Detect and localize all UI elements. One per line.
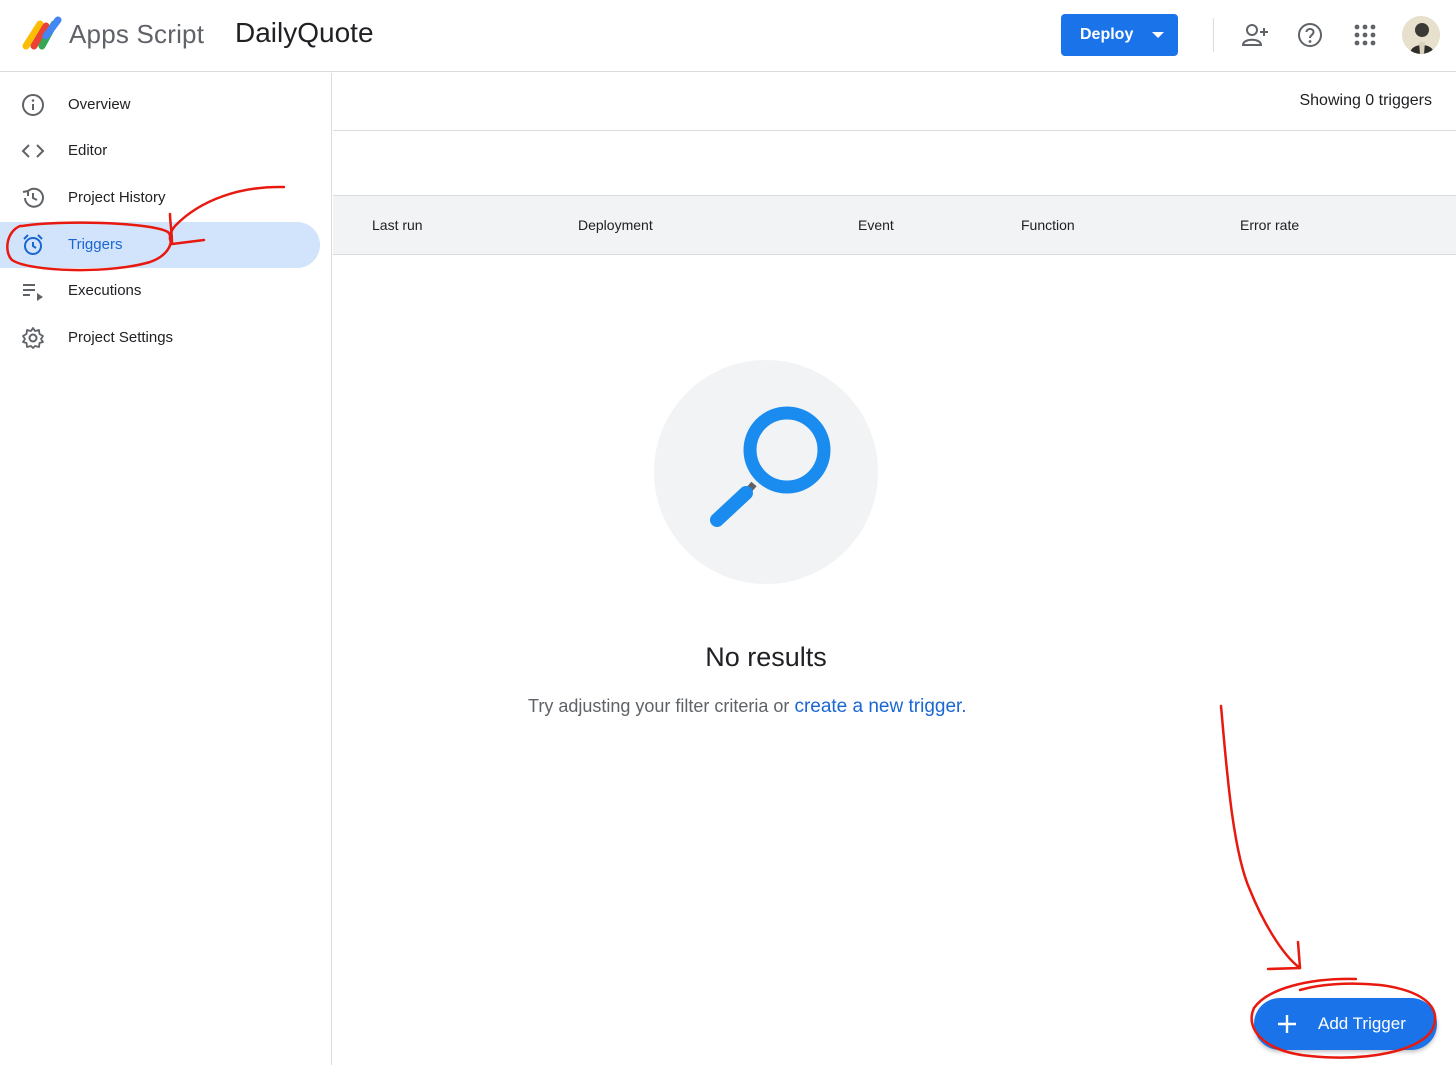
column-header-event[interactable]: Event <box>858 217 894 233</box>
apps-grid-icon[interactable] <box>1350 20 1380 50</box>
add-trigger-button[interactable]: Add Trigger <box>1254 998 1437 1050</box>
deploy-button-label: Deploy <box>1080 26 1134 43</box>
sidebar-item-editor[interactable]: Editor <box>0 128 320 174</box>
empty-state-hint-text: Try adjusting your filter criteria or <box>528 696 790 716</box>
sidebar-item-label: Editor <box>68 142 108 159</box>
empty-state-title: No results <box>705 642 827 672</box>
avatar[interactable] <box>1402 16 1440 54</box>
project-title[interactable]: DailyQuote <box>235 17 374 49</box>
plus-icon <box>1278 1015 1296 1033</box>
sidebar-item-label: Project Settings <box>68 329 174 346</box>
column-header-last-run[interactable]: Last run <box>372 217 423 233</box>
sidebar-item-project-settings[interactable]: Project Settings <box>0 315 320 361</box>
annotation-arrow-add-trigger <box>1219 704 1302 971</box>
sidebar-item-overview[interactable]: Overview <box>0 82 320 128</box>
sidebar-item-label: Triggers <box>68 236 123 253</box>
sidebar-item-triggers[interactable]: Triggers <box>0 222 320 268</box>
column-header-deployment[interactable]: Deployment <box>578 217 653 233</box>
sidebar-item-project-history[interactable]: Project History <box>0 175 320 221</box>
sidebar-item-label: Executions <box>68 282 142 299</box>
sidebar-item-label: Overview <box>68 96 131 113</box>
history-icon <box>20 185 46 211</box>
header-divider <box>1213 18 1214 52</box>
sidebar-item-label: Project History <box>68 189 166 206</box>
apps-script-logo-icon <box>22 16 62 50</box>
add-trigger-label: Add Trigger <box>1318 1014 1406 1033</box>
empty-state-hint: Try adjusting your filter criteria or cr… <box>528 696 967 718</box>
help-icon[interactable] <box>1295 20 1325 50</box>
column-header-error-rate[interactable]: Error rate <box>1240 217 1299 233</box>
brand-name: Apps Script <box>69 19 205 49</box>
magnifier-icon <box>710 406 831 527</box>
app-header: Apps Script DailyQuote Deploy <box>0 0 1456 72</box>
caret-down-icon <box>1152 32 1164 38</box>
triggers-count: Showing 0 triggers <box>1299 92 1432 109</box>
empty-state-illustration <box>654 360 878 584</box>
alarm-icon <box>20 232 46 258</box>
table-header: Last run Deployment Event Function Error… <box>333 195 1456 255</box>
code-icon <box>20 138 46 164</box>
sidebar-item-executions[interactable]: Executions <box>0 268 320 314</box>
playlist-play-icon <box>20 278 46 304</box>
triggers-toolbar: Showing 0 triggers <box>333 73 1456 131</box>
column-header-function[interactable]: Function <box>1021 217 1075 233</box>
add-person-icon[interactable] <box>1241 20 1271 50</box>
info-icon <box>20 92 46 118</box>
create-trigger-link[interactable]: create a new trigger. <box>794 696 966 717</box>
gear-icon <box>20 325 46 351</box>
deploy-button[interactable]: Deploy <box>1061 14 1178 56</box>
sidebar: Overview Editor Project History Triggers… <box>0 73 332 1065</box>
